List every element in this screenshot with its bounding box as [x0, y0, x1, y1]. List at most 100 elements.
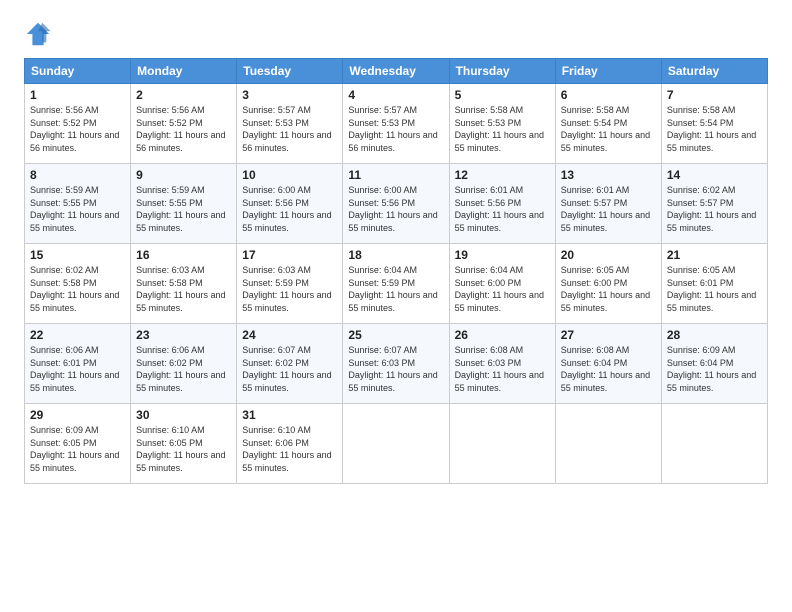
calendar-cell: 31 Sunrise: 6:10 AMSunset: 6:06 PMDaylig… — [237, 404, 343, 484]
calendar-cell: 18 Sunrise: 6:04 AMSunset: 5:59 PMDaylig… — [343, 244, 449, 324]
calendar-week-5: 29 Sunrise: 6:09 AMSunset: 6:05 PMDaylig… — [25, 404, 768, 484]
calendar-cell — [555, 404, 661, 484]
day-number: 29 — [30, 408, 125, 422]
day-info: Sunrise: 5:58 AMSunset: 5:53 PMDaylight:… — [455, 105, 544, 153]
calendar-cell: 8 Sunrise: 5:59 AMSunset: 5:55 PMDayligh… — [25, 164, 131, 244]
calendar-week-3: 15 Sunrise: 6:02 AMSunset: 5:58 PMDaylig… — [25, 244, 768, 324]
day-info: Sunrise: 6:04 AMSunset: 5:59 PMDaylight:… — [348, 265, 437, 313]
calendar-header-wednesday: Wednesday — [343, 59, 449, 84]
logo — [24, 20, 56, 48]
calendar-cell: 7 Sunrise: 5:58 AMSunset: 5:54 PMDayligh… — [661, 84, 767, 164]
day-number: 5 — [455, 88, 550, 102]
day-info: Sunrise: 5:56 AMSunset: 5:52 PMDaylight:… — [136, 105, 225, 153]
day-info: Sunrise: 6:00 AMSunset: 5:56 PMDaylight:… — [242, 185, 331, 233]
day-number: 26 — [455, 328, 550, 342]
calendar-cell: 24 Sunrise: 6:07 AMSunset: 6:02 PMDaylig… — [237, 324, 343, 404]
calendar-cell — [343, 404, 449, 484]
day-info: Sunrise: 6:02 AMSunset: 5:58 PMDaylight:… — [30, 265, 119, 313]
calendar-cell: 1 Sunrise: 5:56 AMSunset: 5:52 PMDayligh… — [25, 84, 131, 164]
calendar-cell: 22 Sunrise: 6:06 AMSunset: 6:01 PMDaylig… — [25, 324, 131, 404]
day-number: 17 — [242, 248, 337, 262]
calendar-week-2: 8 Sunrise: 5:59 AMSunset: 5:55 PMDayligh… — [25, 164, 768, 244]
day-info: Sunrise: 6:10 AMSunset: 6:06 PMDaylight:… — [242, 425, 331, 473]
calendar-cell: 19 Sunrise: 6:04 AMSunset: 6:00 PMDaylig… — [449, 244, 555, 324]
day-number: 8 — [30, 168, 125, 182]
day-info: Sunrise: 5:57 AMSunset: 5:53 PMDaylight:… — [242, 105, 331, 153]
calendar-cell: 29 Sunrise: 6:09 AMSunset: 6:05 PMDaylig… — [25, 404, 131, 484]
day-number: 2 — [136, 88, 231, 102]
day-info: Sunrise: 6:01 AMSunset: 5:56 PMDaylight:… — [455, 185, 544, 233]
day-info: Sunrise: 5:58 AMSunset: 5:54 PMDaylight:… — [561, 105, 650, 153]
calendar-cell: 26 Sunrise: 6:08 AMSunset: 6:03 PMDaylig… — [449, 324, 555, 404]
day-info: Sunrise: 5:59 AMSunset: 5:55 PMDaylight:… — [30, 185, 119, 233]
calendar-cell: 6 Sunrise: 5:58 AMSunset: 5:54 PMDayligh… — [555, 84, 661, 164]
day-info: Sunrise: 6:09 AMSunset: 6:04 PMDaylight:… — [667, 345, 756, 393]
calendar-week-4: 22 Sunrise: 6:06 AMSunset: 6:01 PMDaylig… — [25, 324, 768, 404]
day-info: Sunrise: 5:58 AMSunset: 5:54 PMDaylight:… — [667, 105, 756, 153]
day-info: Sunrise: 6:08 AMSunset: 6:04 PMDaylight:… — [561, 345, 650, 393]
day-info: Sunrise: 6:05 AMSunset: 6:00 PMDaylight:… — [561, 265, 650, 313]
day-number: 6 — [561, 88, 656, 102]
day-info: Sunrise: 5:59 AMSunset: 5:55 PMDaylight:… — [136, 185, 225, 233]
day-info: Sunrise: 6:06 AMSunset: 6:02 PMDaylight:… — [136, 345, 225, 393]
day-number: 28 — [667, 328, 762, 342]
calendar-header-thursday: Thursday — [449, 59, 555, 84]
day-info: Sunrise: 6:05 AMSunset: 6:01 PMDaylight:… — [667, 265, 756, 313]
calendar-header-tuesday: Tuesday — [237, 59, 343, 84]
day-number: 27 — [561, 328, 656, 342]
day-info: Sunrise: 6:07 AMSunset: 6:02 PMDaylight:… — [242, 345, 331, 393]
calendar-cell — [449, 404, 555, 484]
calendar-cell: 30 Sunrise: 6:10 AMSunset: 6:05 PMDaylig… — [131, 404, 237, 484]
day-number: 30 — [136, 408, 231, 422]
calendar-cell: 10 Sunrise: 6:00 AMSunset: 5:56 PMDaylig… — [237, 164, 343, 244]
day-number: 14 — [667, 168, 762, 182]
calendar-cell — [661, 404, 767, 484]
calendar-cell: 15 Sunrise: 6:02 AMSunset: 5:58 PMDaylig… — [25, 244, 131, 324]
day-number: 23 — [136, 328, 231, 342]
page: SundayMondayTuesdayWednesdayThursdayFrid… — [0, 0, 792, 612]
day-info: Sunrise: 6:10 AMSunset: 6:05 PMDaylight:… — [136, 425, 225, 473]
day-info: Sunrise: 6:00 AMSunset: 5:56 PMDaylight:… — [348, 185, 437, 233]
calendar-header-sunday: Sunday — [25, 59, 131, 84]
day-info: Sunrise: 6:03 AMSunset: 5:59 PMDaylight:… — [242, 265, 331, 313]
day-number: 24 — [242, 328, 337, 342]
day-number: 19 — [455, 248, 550, 262]
calendar-cell: 14 Sunrise: 6:02 AMSunset: 5:57 PMDaylig… — [661, 164, 767, 244]
calendar-cell: 2 Sunrise: 5:56 AMSunset: 5:52 PMDayligh… — [131, 84, 237, 164]
day-info: Sunrise: 5:57 AMSunset: 5:53 PMDaylight:… — [348, 105, 437, 153]
calendar-header-friday: Friday — [555, 59, 661, 84]
day-info: Sunrise: 6:07 AMSunset: 6:03 PMDaylight:… — [348, 345, 437, 393]
calendar-header-monday: Monday — [131, 59, 237, 84]
calendar-cell: 28 Sunrise: 6:09 AMSunset: 6:04 PMDaylig… — [661, 324, 767, 404]
logo-icon — [24, 20, 52, 48]
calendar-cell: 21 Sunrise: 6:05 AMSunset: 6:01 PMDaylig… — [661, 244, 767, 324]
calendar-cell: 3 Sunrise: 5:57 AMSunset: 5:53 PMDayligh… — [237, 84, 343, 164]
day-number: 18 — [348, 248, 443, 262]
header — [24, 20, 768, 48]
calendar-header-row: SundayMondayTuesdayWednesdayThursdayFrid… — [25, 59, 768, 84]
day-number: 11 — [348, 168, 443, 182]
day-number: 1 — [30, 88, 125, 102]
day-number: 7 — [667, 88, 762, 102]
day-number: 9 — [136, 168, 231, 182]
calendar-header-saturday: Saturday — [661, 59, 767, 84]
day-info: Sunrise: 6:02 AMSunset: 5:57 PMDaylight:… — [667, 185, 756, 233]
day-info: Sunrise: 6:01 AMSunset: 5:57 PMDaylight:… — [561, 185, 650, 233]
day-number: 16 — [136, 248, 231, 262]
calendar-cell: 12 Sunrise: 6:01 AMSunset: 5:56 PMDaylig… — [449, 164, 555, 244]
calendar-cell: 9 Sunrise: 5:59 AMSunset: 5:55 PMDayligh… — [131, 164, 237, 244]
day-number: 4 — [348, 88, 443, 102]
day-number: 10 — [242, 168, 337, 182]
calendar-table: SundayMondayTuesdayWednesdayThursdayFrid… — [24, 58, 768, 484]
calendar-cell: 20 Sunrise: 6:05 AMSunset: 6:00 PMDaylig… — [555, 244, 661, 324]
calendar-cell: 23 Sunrise: 6:06 AMSunset: 6:02 PMDaylig… — [131, 324, 237, 404]
day-number: 20 — [561, 248, 656, 262]
day-info: Sunrise: 6:09 AMSunset: 6:05 PMDaylight:… — [30, 425, 119, 473]
day-number: 3 — [242, 88, 337, 102]
day-info: Sunrise: 6:06 AMSunset: 6:01 PMDaylight:… — [30, 345, 119, 393]
calendar-cell: 4 Sunrise: 5:57 AMSunset: 5:53 PMDayligh… — [343, 84, 449, 164]
day-number: 21 — [667, 248, 762, 262]
calendar-week-1: 1 Sunrise: 5:56 AMSunset: 5:52 PMDayligh… — [25, 84, 768, 164]
day-number: 12 — [455, 168, 550, 182]
calendar-cell: 27 Sunrise: 6:08 AMSunset: 6:04 PMDaylig… — [555, 324, 661, 404]
